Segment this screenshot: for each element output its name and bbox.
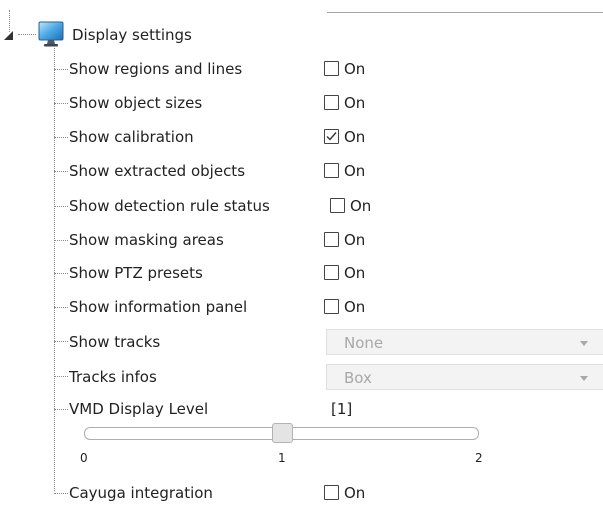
object-sizes-checkbox[interactable] (324, 95, 339, 110)
extracted-objects-checkbox[interactable] (324, 163, 339, 178)
information-panel-checkbox[interactable] (324, 299, 339, 314)
checkbox-option-label: On (344, 484, 366, 502)
select-value: None (344, 334, 384, 352)
setting-row-detection-rule-status: Show detection rule status On (0, 194, 603, 218)
setting-label: Cayuga integration (69, 484, 213, 502)
regions-lines-checkbox[interactable] (324, 61, 339, 76)
setting-label: Show information panel (69, 298, 248, 316)
show-tracks-select[interactable]: None (326, 329, 603, 355)
checkbox-option-label: On (344, 298, 366, 316)
setting-label: Show detection rule status (69, 197, 270, 215)
tree-line (18, 34, 36, 35)
slider-tick-label: 1 (278, 451, 286, 465)
setting-row-extracted-objects: Show extracted objects On (0, 159, 603, 183)
slider-tick-label: 2 (475, 451, 483, 465)
setting-label: Show object sizes (69, 94, 203, 112)
setting-label: Tracks infos (69, 368, 157, 386)
checkbox-option-label: On (344, 60, 366, 78)
setting-row-calibration: Show calibration On (0, 125, 603, 149)
checkbox-option-label: On (344, 128, 366, 146)
setting-label: Show masking areas (69, 231, 224, 249)
setting-label: Show extracted objects (69, 162, 246, 180)
vmd-slider-handle[interactable] (272, 423, 293, 443)
monitor-icon (37, 20, 67, 48)
tree-line (54, 409, 68, 410)
dropdown-arrow-icon (580, 341, 588, 346)
top-divider (327, 12, 603, 13)
setting-label: Show regions and lines (69, 60, 243, 78)
setting-row-regions-lines: Show regions and lines On (0, 57, 603, 81)
masking-areas-checkbox[interactable] (324, 232, 339, 247)
slider-tick-label: 0 (80, 451, 88, 465)
select-value: Box (344, 369, 372, 387)
setting-label: Show calibration (69, 128, 194, 146)
vmd-display-level-label: VMD Display Level (69, 400, 209, 418)
setting-label: Show tracks (69, 333, 161, 351)
setting-row-masking-areas: Show masking areas On (0, 228, 603, 252)
checkmark-icon (326, 132, 337, 141)
tracks-infos-select[interactable]: Box (326, 364, 603, 390)
dropdown-arrow-icon (580, 376, 588, 381)
detection-rule-status-checkbox[interactable] (330, 198, 345, 213)
calibration-checkbox[interactable] (324, 129, 339, 144)
vmd-value-readout: [1] (331, 400, 353, 418)
checkbox-option-label: On (344, 231, 366, 249)
collapse-triangle-icon[interactable] (3, 28, 15, 40)
ptz-presets-checkbox[interactable] (324, 265, 339, 280)
checkbox-option-label: On (344, 94, 366, 112)
cayuga-integration-checkbox[interactable] (324, 485, 339, 500)
setting-row-tracks-infos: Tracks infos Box (0, 364, 603, 390)
setting-row-show-tracks: Show tracks None (0, 329, 603, 355)
setting-row-information-panel: Show information panel On (0, 295, 603, 319)
setting-row-ptz-presets: Show PTZ presets On (0, 261, 603, 285)
setting-label: Show PTZ presets (69, 264, 203, 282)
checkbox-option-label: On (344, 264, 366, 282)
setting-row-cayuga-integration: Cayuga integration On (0, 481, 603, 505)
setting-row-object-sizes: Show object sizes On (0, 91, 603, 115)
section-title: Display settings (72, 26, 192, 44)
checkbox-option-label: On (344, 162, 366, 180)
checkbox-option-label: On (350, 197, 372, 215)
